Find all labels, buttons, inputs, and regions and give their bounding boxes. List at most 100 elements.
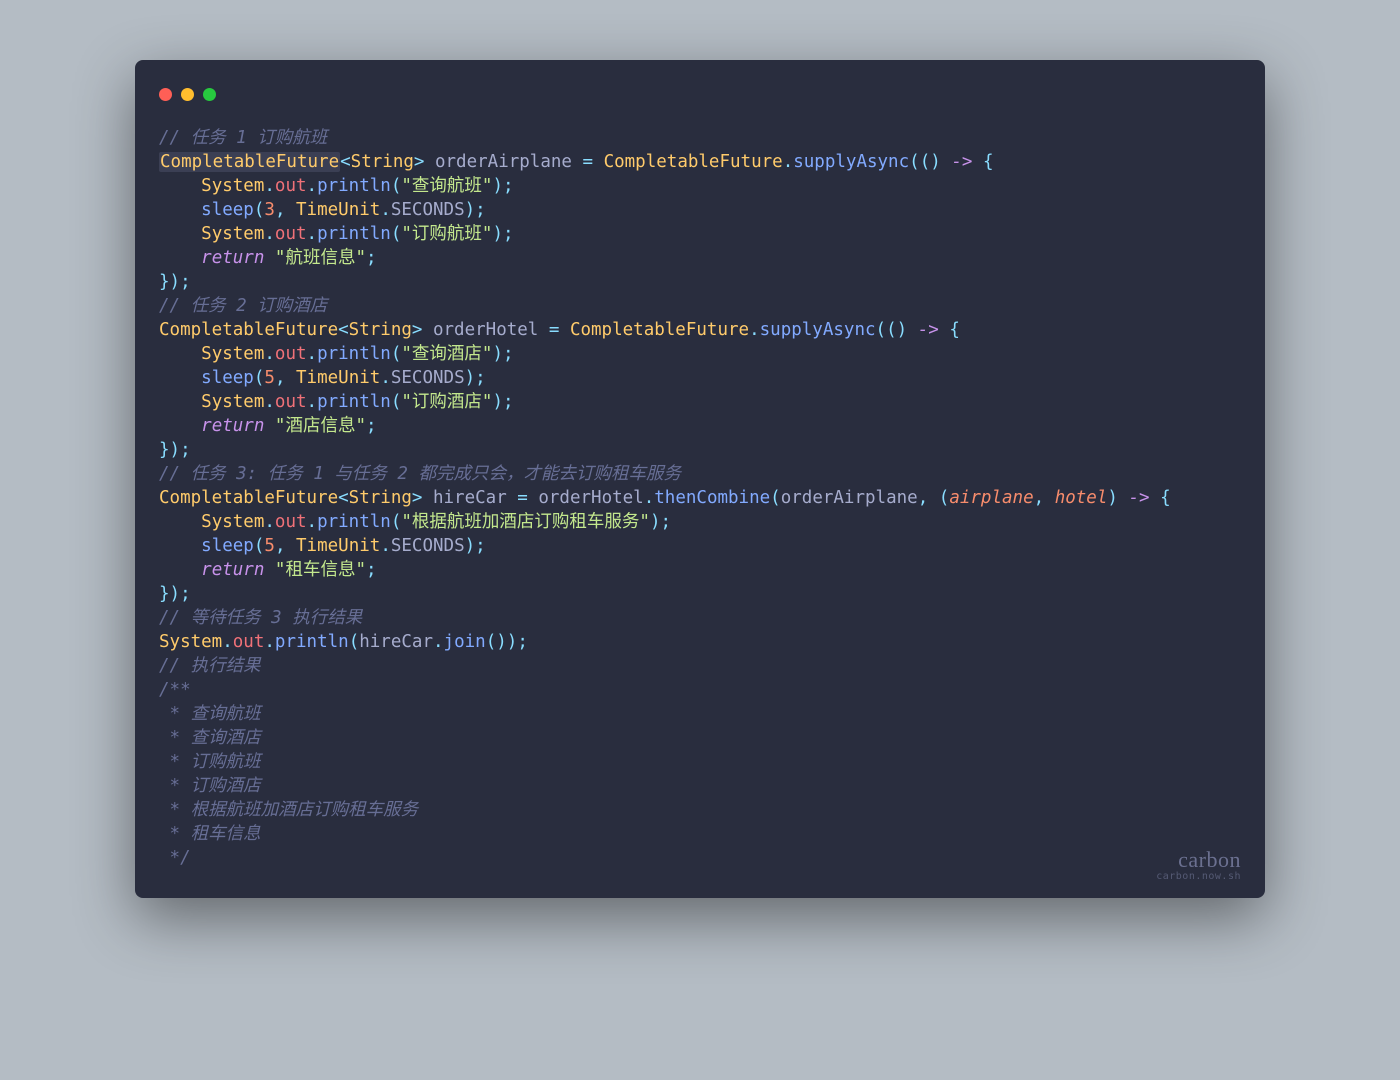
code-constant: SECONDS [391,200,465,220]
code-number: 5 [264,368,275,388]
code-comment: // 等待任务 3 执行结果 [159,608,362,628]
punct: }); [159,584,191,604]
code-block[interactable]: // 任务 1 订购航班 CompletableFuture<String> o… [159,126,1241,870]
code-constant: SECONDS [391,368,465,388]
punct: ( [349,632,360,652]
code-type: System [159,632,222,652]
punct: ( [876,320,887,340]
code-comment: * 订购航班 [159,752,261,772]
punct: ( [920,152,931,172]
maximize-icon[interactable] [203,88,216,101]
punct: . [644,488,655,508]
punct: -> [907,320,949,340]
code-number: 3 [264,200,275,220]
punct: ; [366,560,377,580]
code-method: thenCombine [654,488,770,508]
code-keyword: return [201,248,264,268]
code-param: hotel [1055,488,1108,508]
code-method: println [275,632,349,652]
code-method: join [444,632,486,652]
code-string: "根据航班加酒店订购租车服务" [401,512,650,532]
code-method: println [317,224,391,244]
punct: > [412,488,423,508]
code-keyword: return [201,560,264,580]
punct: . [307,392,318,412]
punct: ; [475,200,486,220]
punct: , [275,368,296,388]
punct: -> [941,152,983,172]
punct: . [307,512,318,532]
code-type: CompletableFuture [604,152,783,172]
code-constant: SECONDS [391,536,465,556]
punct: ) [650,512,661,532]
punct: ( [939,488,950,508]
code-type: System [201,224,264,244]
punct: { [983,152,994,172]
code-field: out [275,344,307,364]
punct: ; [661,512,672,532]
code-field: out [275,224,307,244]
code-type: CompletableFuture [570,320,749,340]
punct: { [949,320,960,340]
punct: < [338,320,349,340]
code-type: System [201,512,264,532]
code-type: TimeUnit [296,368,380,388]
punct: = [538,320,570,340]
code-string: "航班信息" [275,248,366,268]
punct: ; [366,416,377,436]
code-type: CompletableFuture [159,152,340,172]
code-comment: * 租车信息 [159,824,261,844]
punct: ; [517,632,528,652]
punct: . [264,344,275,364]
code-comment: // 任务 2 订购酒店 [159,296,327,316]
punct: ; [366,248,377,268]
punct: , [275,200,296,220]
punct: ) [465,368,476,388]
code-variable: orderAirplane [781,488,918,508]
code-window: // 任务 1 订购航班 CompletableFuture<String> o… [135,60,1265,898]
punct: ) [897,320,908,340]
code-comment: * 根据航班加酒店订购租车服务 [159,800,418,820]
punct: ) [507,632,518,652]
punct: }); [159,272,191,292]
punct: < [338,488,349,508]
code-param: airplane [949,488,1033,508]
code-method: sleep [201,368,254,388]
code-field: out [233,632,265,652]
punct: . [380,368,391,388]
code-variable: hireCar [359,632,433,652]
code-method: sleep [201,536,254,556]
close-icon[interactable] [159,88,172,101]
punct: ) [492,344,503,364]
code-type: System [201,176,264,196]
punct: ( [391,344,402,364]
code-string: "查询航班" [401,176,492,196]
punct: . [783,152,794,172]
code-method: supplyAsync [760,320,876,340]
punct: ; [475,536,486,556]
code-type: String [349,320,412,340]
punct: . [264,632,275,652]
code-variable: orderHotel [433,320,538,340]
code-variable: orderAirplane [435,152,572,172]
window-titlebar [159,80,1241,108]
minimize-icon[interactable] [181,88,194,101]
watermark-url: carbon.now.sh [1156,871,1241,882]
code-variable: orderHotel [538,488,643,508]
code-method: sleep [201,200,254,220]
code-comment: * 查询酒店 [159,728,261,748]
code-type: System [201,392,264,412]
code-comment: // 任务 3: 任务 1 与任务 2 都完成只会，才能去订购租车服务 [159,464,681,484]
code-type: String [351,152,414,172]
punct: ; [503,344,514,364]
punct: -> [1118,488,1160,508]
punct: ; [475,368,486,388]
punct: ; [503,224,514,244]
punct: ( [254,200,265,220]
punct: = [572,152,604,172]
code-number: 5 [264,536,275,556]
code-type: System [201,344,264,364]
code-comment: /** [159,680,191,700]
punct: . [307,344,318,364]
code-string: "租车信息" [275,560,366,580]
